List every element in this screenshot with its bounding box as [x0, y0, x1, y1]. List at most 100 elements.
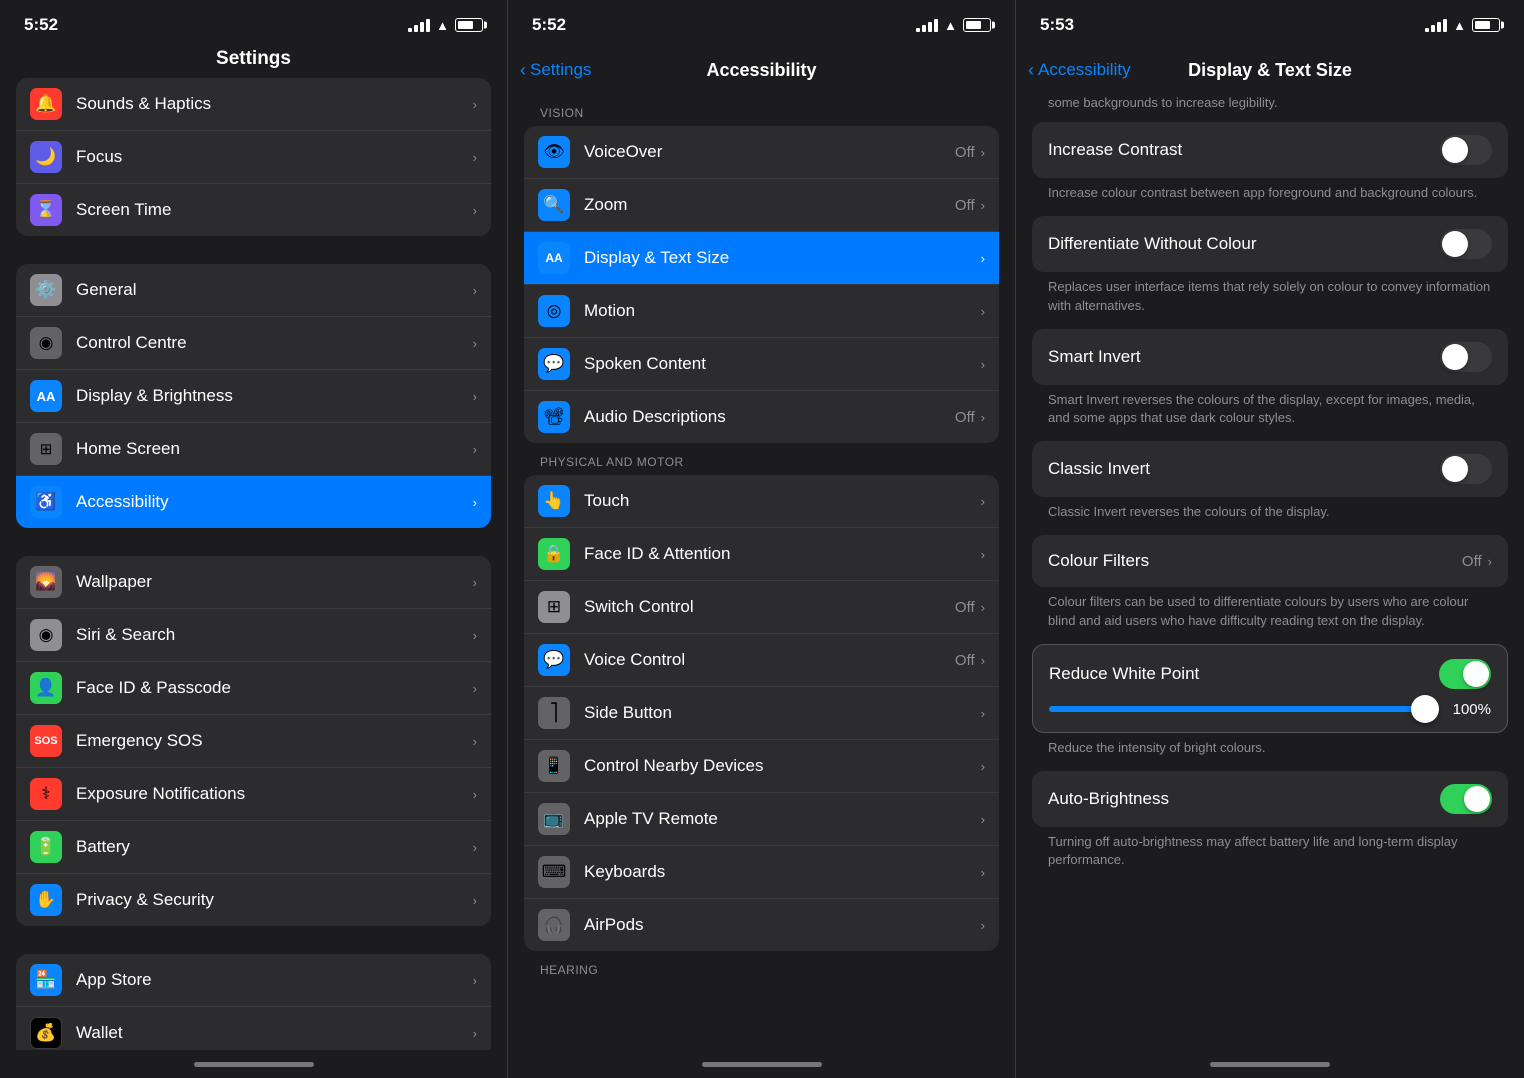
- app-store-chevron: ›: [473, 973, 477, 988]
- keyboards-label: Keyboards: [584, 862, 981, 882]
- acc-row-audio-desc[interactable]: 📽 Audio Descriptions Off ›: [524, 391, 999, 443]
- motion-label: Motion: [584, 301, 981, 321]
- acc-face-id-chevron: ›: [981, 547, 985, 562]
- settings-row-wallpaper[interactable]: 🌄 Wallpaper ›: [16, 556, 491, 609]
- exposure-icon: ⚕: [30, 778, 62, 810]
- white-point-slider-thumb[interactable]: [1411, 695, 1439, 723]
- acc-row-nearby[interactable]: 📱 Control Nearby Devices ›: [524, 740, 999, 793]
- classic-invert-toggle[interactable]: [1440, 454, 1492, 484]
- status-icons-2: ▲: [916, 18, 991, 33]
- white-point-slider-value: 100%: [1445, 701, 1491, 718]
- back-label-2: Settings: [530, 60, 591, 80]
- acc-row-airpods[interactable]: 🎧 AirPods ›: [524, 899, 999, 951]
- smart-invert-toggle[interactable]: [1440, 342, 1492, 372]
- acc-row-side-btn[interactable]: ⎤ Side Button ›: [524, 687, 999, 740]
- acc-row-face-id[interactable]: 🔒 Face ID & Attention ›: [524, 528, 999, 581]
- focus-icon: 🌙: [30, 141, 62, 173]
- apple-tv-chevron: ›: [981, 812, 985, 827]
- settings-row-siri[interactable]: ◉ Siri & Search ›: [16, 609, 491, 662]
- classic-invert-group: Classic Invert: [1032, 441, 1508, 497]
- side-btn-icon: ⎤: [538, 697, 570, 729]
- settings-row-display[interactable]: AA Display & Brightness ›: [16, 370, 491, 423]
- display-chevron: ›: [473, 389, 477, 404]
- acc-row-switch-ctrl[interactable]: ⊞ Switch Control Off ›: [524, 581, 999, 634]
- acc-row-voiceover[interactable]: 👁 VoiceOver Off ›: [524, 126, 999, 179]
- settings-row-face-id[interactable]: 👤 Face ID & Passcode ›: [16, 662, 491, 715]
- acc-row-spoken[interactable]: 💬 Spoken Content ›: [524, 338, 999, 391]
- audio-desc-chevron: ›: [981, 410, 985, 425]
- settings-row-battery[interactable]: 🔋 Battery ›: [16, 821, 491, 874]
- settings-row-privacy[interactable]: ✋ Privacy & Security ›: [16, 874, 491, 926]
- increase-contrast-label: Increase Contrast: [1048, 140, 1440, 160]
- battery-label: Battery: [76, 837, 473, 857]
- increase-contrast-thumb: [1442, 137, 1468, 163]
- control-centre-chevron: ›: [473, 336, 477, 351]
- acc-row-motion[interactable]: ◎ Motion ›: [524, 285, 999, 338]
- back-chevron-3: ‹: [1028, 60, 1034, 81]
- auto-brightness-toggle[interactable]: [1440, 784, 1492, 814]
- auto-brightness-group: Auto-Brightness: [1032, 771, 1508, 827]
- display-text-chevron: ›: [981, 251, 985, 266]
- acc-row-voice-ctrl[interactable]: 💬 Voice Control Off ›: [524, 634, 999, 687]
- home-screen-label: Home Screen: [76, 439, 473, 459]
- settings-group-3: 🌄 Wallpaper › ◉ Siri & Search › 👤 Face I…: [16, 556, 491, 926]
- settings-row-control-centre[interactable]: ◉ Control Centre ›: [16, 317, 491, 370]
- settings-row-sounds[interactable]: 🔔 Sounds & Haptics ›: [16, 78, 491, 131]
- settings-row-app-store[interactable]: 🏪 App Store ›: [16, 954, 491, 1007]
- hearing-section-label: HEARING: [508, 951, 1015, 983]
- exposure-label: Exposure Notifications: [76, 784, 473, 804]
- acc-row-touch[interactable]: 👆 Touch ›: [524, 475, 999, 528]
- sounds-chevron: ›: [473, 97, 477, 112]
- white-point-toggle[interactable]: [1439, 659, 1491, 689]
- differentiate-thumb: [1442, 231, 1468, 257]
- emergency-chevron: ›: [473, 734, 477, 749]
- sounds-label: Sounds & Haptics: [76, 94, 473, 114]
- battery-row-icon: 🔋: [30, 831, 62, 863]
- colour-filters-group: Colour Filters Off ›: [1032, 535, 1508, 587]
- back-to-accessibility[interactable]: ‹ Accessibility: [1028, 60, 1131, 81]
- acc-row-apple-tv[interactable]: 📺 Apple TV Remote ›: [524, 793, 999, 846]
- emergency-label: Emergency SOS: [76, 731, 473, 751]
- wallpaper-icon: 🌄: [30, 566, 62, 598]
- settings-row-accessibility[interactable]: ♿ Accessibility ›: [16, 476, 491, 528]
- settings-row-home-screen[interactable]: ⊞ Home Screen ›: [16, 423, 491, 476]
- settings-row-exposure[interactable]: ⚕ Exposure Notifications ›: [16, 768, 491, 821]
- acc-row-keyboards[interactable]: ⌨ Keyboards ›: [524, 846, 999, 899]
- app-store-label: App Store: [76, 970, 473, 990]
- battery-fill-3: [1475, 21, 1490, 29]
- colour-filters-label: Colour Filters: [1048, 551, 1462, 571]
- battery-fill: [458, 21, 473, 29]
- white-point-slider-track[interactable]: [1049, 706, 1437, 712]
- switch-ctrl-icon: ⊞: [538, 591, 570, 623]
- battery-icon-1: [455, 18, 483, 32]
- airpods-label: AirPods: [584, 915, 981, 935]
- wallet-label: Wallet: [76, 1023, 473, 1043]
- general-chevron: ›: [473, 283, 477, 298]
- motion-icon: ◎: [538, 295, 570, 327]
- battery-chevron: ›: [473, 840, 477, 855]
- colour-filters-chevron: ›: [1488, 554, 1492, 569]
- settings-row-general[interactable]: ⚙️ General ›: [16, 264, 491, 317]
- back-chevron-2: ‹: [520, 60, 526, 81]
- side-btn-label: Side Button: [584, 703, 981, 723]
- colour-filters-row[interactable]: Colour Filters Off ›: [1032, 535, 1508, 587]
- differentiate-toggle[interactable]: [1440, 229, 1492, 259]
- settings-row-screen-time[interactable]: ⌛ Screen Time ›: [16, 184, 491, 236]
- settings-row-focus[interactable]: 🌙 Focus ›: [16, 131, 491, 184]
- increase-contrast-toggle[interactable]: [1440, 135, 1492, 165]
- acc-row-display-text[interactable]: AA Display & Text Size ›: [524, 232, 999, 285]
- switch-ctrl-chevron: ›: [981, 600, 985, 615]
- display-label: Display & Brightness: [76, 386, 473, 406]
- settings-row-wallet[interactable]: 💰 Wallet ›: [16, 1007, 491, 1050]
- wallpaper-label: Wallpaper: [76, 572, 473, 592]
- audio-desc-label: Audio Descriptions: [584, 407, 955, 427]
- settings-row-emergency[interactable]: SOS Emergency SOS ›: [16, 715, 491, 768]
- back-to-settings[interactable]: ‹ Settings: [520, 60, 591, 81]
- acc-row-zoom[interactable]: 🔍 Zoom Off ›: [524, 179, 999, 232]
- panel-accessibility: 5:52 ▲ ‹ Settings Accessibility VISION 👁: [508, 0, 1016, 1078]
- acc-face-id-icon: 🔒: [538, 538, 570, 570]
- settings-list: 🔔 Sounds & Haptics › 🌙 Focus › ⌛ Screen …: [0, 78, 507, 1050]
- battery-icon-3: [1472, 18, 1500, 32]
- keyboards-chevron: ›: [981, 865, 985, 880]
- focus-label: Focus: [76, 147, 473, 167]
